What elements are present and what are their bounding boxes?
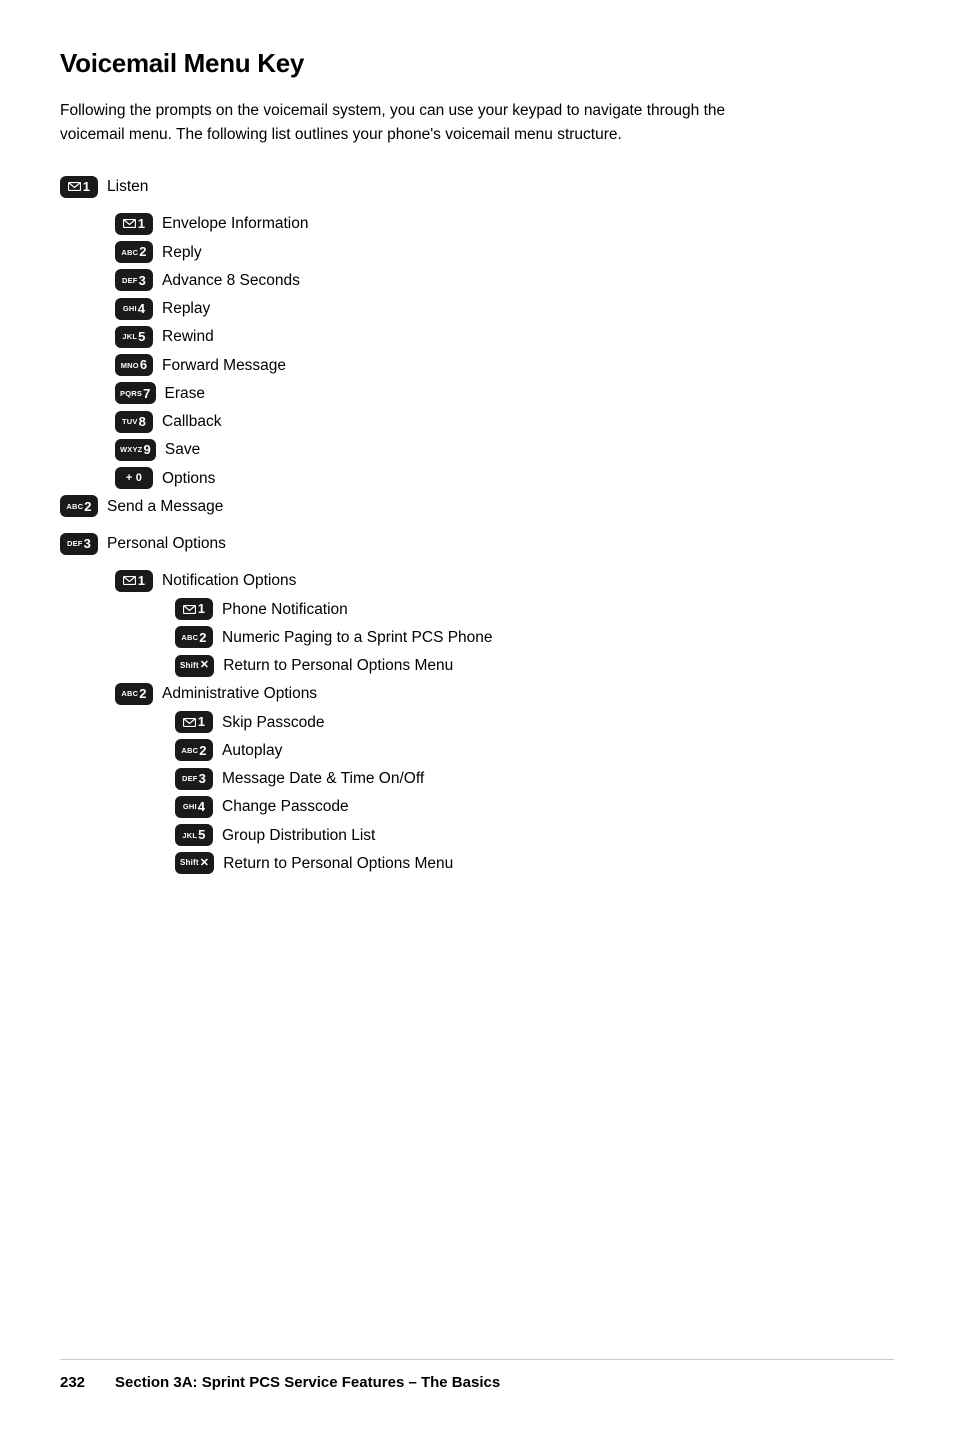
item-label: Group Distribution List: [222, 824, 375, 847]
menu-badge: MNO6: [115, 354, 153, 376]
menu-badge: DEF3: [60, 533, 98, 555]
item-label: Callback: [162, 410, 221, 433]
list-item: ABC2 Reply: [115, 241, 894, 264]
item-label: Forward Message: [162, 354, 286, 377]
list-item: 1 Phone Notification: [175, 598, 894, 621]
menu-badge: 1: [115, 213, 153, 235]
list-item: 1 Envelope Information: [115, 212, 894, 235]
intro-text: Following the prompts on the voicemail s…: [60, 99, 740, 147]
list-item: TUV8 Callback: [115, 410, 894, 433]
menu-badge: Shift✕: [175, 655, 214, 677]
menu-badge: 1: [175, 598, 213, 620]
page-title: Voicemail Menu Key: [60, 48, 894, 79]
item-label: Numeric Paging to a Sprint PCS Phone: [222, 626, 493, 649]
item-label: Reply: [162, 241, 202, 264]
menu-badge: 1: [60, 176, 98, 198]
menu-badge: GHI4: [115, 298, 153, 320]
item-label: Save: [165, 438, 200, 461]
item-label: Envelope Information: [162, 212, 308, 235]
list-item: WXYZ9 Save: [115, 438, 894, 461]
menu-badge: 1: [115, 570, 153, 592]
menu-badge: ABC2: [175, 626, 213, 648]
menu-badge: PQRS7: [115, 382, 156, 404]
item-label: Autoplay: [222, 739, 282, 762]
item-label: Rewind: [162, 325, 214, 348]
menu-badge: WXYZ9: [115, 439, 156, 461]
item-label: Message Date & Time On/Off: [222, 767, 424, 790]
list-item: 1 Notification Options: [115, 569, 894, 592]
item-label: Skip Passcode: [222, 711, 325, 734]
menu-badge: Shift✕: [175, 852, 214, 874]
menu-badge: JKL5: [115, 326, 153, 348]
item-label: Notification Options: [162, 569, 296, 592]
footer: 232 Section 3A: Sprint PCS Service Featu…: [60, 1359, 894, 1391]
menu-badge: GHI4: [175, 796, 213, 818]
item-label: Phone Notification: [222, 598, 348, 621]
menu-badge: ABC2: [115, 241, 153, 263]
menu-badge: ABC2: [60, 495, 98, 517]
item-label: Listen: [107, 175, 148, 198]
list-item: ABC2 Numeric Paging to a Sprint PCS Phone: [175, 626, 894, 649]
footer-page: 232: [60, 1374, 85, 1391]
list-item: DEF3 Message Date & Time On/Off: [175, 767, 894, 790]
list-item: DEF3 Advance 8 Seconds: [115, 269, 894, 292]
item-label: Change Passcode: [222, 795, 349, 818]
item-label: Options: [162, 467, 215, 490]
item-label: Return to Personal Options Menu: [223, 654, 453, 677]
item-label: Return to Personal Options Menu: [223, 852, 453, 875]
list-item: PQRS7 Erase: [115, 382, 894, 405]
menu-badge: ABC2: [115, 683, 153, 705]
list-item: 1 Skip Passcode: [175, 711, 894, 734]
footer-text: Section 3A: Sprint PCS Service Features …: [115, 1374, 500, 1391]
item-label: Replay: [162, 297, 210, 320]
menu-badge: 1: [175, 711, 213, 733]
list-item: GHI4 Change Passcode: [175, 795, 894, 818]
list-item: + 0 Options: [115, 467, 894, 490]
list-item: MNO6 Forward Message: [115, 354, 894, 377]
list-item: JKL5 Group Distribution List: [175, 824, 894, 847]
item-label: Send a Message: [107, 495, 223, 518]
menu-badge: TUV8: [115, 411, 153, 433]
list-item: Shift✕ Return to Personal Options Menu: [175, 654, 894, 677]
list-item: JKL5 Rewind: [115, 325, 894, 348]
list-item: ABC2 Administrative Options: [115, 682, 894, 705]
menu-badge: DEF3: [115, 269, 153, 291]
list-item: ABC2 Send a Message: [60, 495, 894, 518]
menu-badge: + 0: [115, 467, 153, 489]
list-item: 1 Listen: [60, 175, 894, 198]
list-item: DEF3 Personal Options: [60, 532, 894, 555]
menu-tree: 1 Listen 1 Envelope Information ABC2 Reply DEF…: [60, 175, 894, 875]
item-label: Personal Options: [107, 532, 226, 555]
menu-badge: DEF3: [175, 768, 213, 790]
item-label: Advance 8 Seconds: [162, 269, 300, 292]
list-item: ABC2 Autoplay: [175, 739, 894, 762]
menu-badge: JKL5: [175, 824, 213, 846]
list-item: Shift✕ Return to Personal Options Menu: [175, 852, 894, 875]
page-wrapper: Voicemail Menu Key Following the prompts…: [60, 48, 894, 875]
item-label: Administrative Options: [162, 682, 317, 705]
list-item: GHI4 Replay: [115, 297, 894, 320]
item-label: Erase: [165, 382, 206, 405]
menu-badge: ABC2: [175, 739, 213, 761]
